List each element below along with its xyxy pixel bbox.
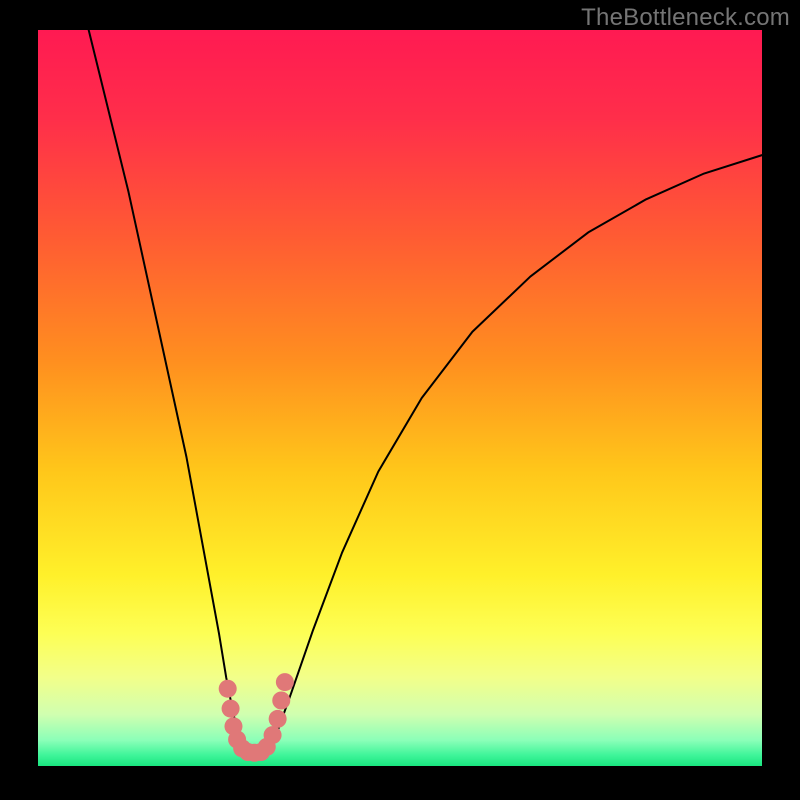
- bottleneck-chart: [0, 0, 800, 800]
- highlight-markers-point: [269, 710, 287, 728]
- plot-background: [38, 30, 762, 766]
- watermark-text: TheBottleneck.com: [581, 4, 790, 32]
- highlight-markers-point: [276, 673, 294, 691]
- highlight-markers-point: [264, 726, 282, 744]
- highlight-markers-point: [219, 680, 237, 698]
- highlight-markers-point: [222, 700, 240, 718]
- highlight-markers-point: [272, 692, 290, 710]
- chart-frame: { "watermark": "TheBottleneck.com", "cha…: [0, 0, 800, 800]
